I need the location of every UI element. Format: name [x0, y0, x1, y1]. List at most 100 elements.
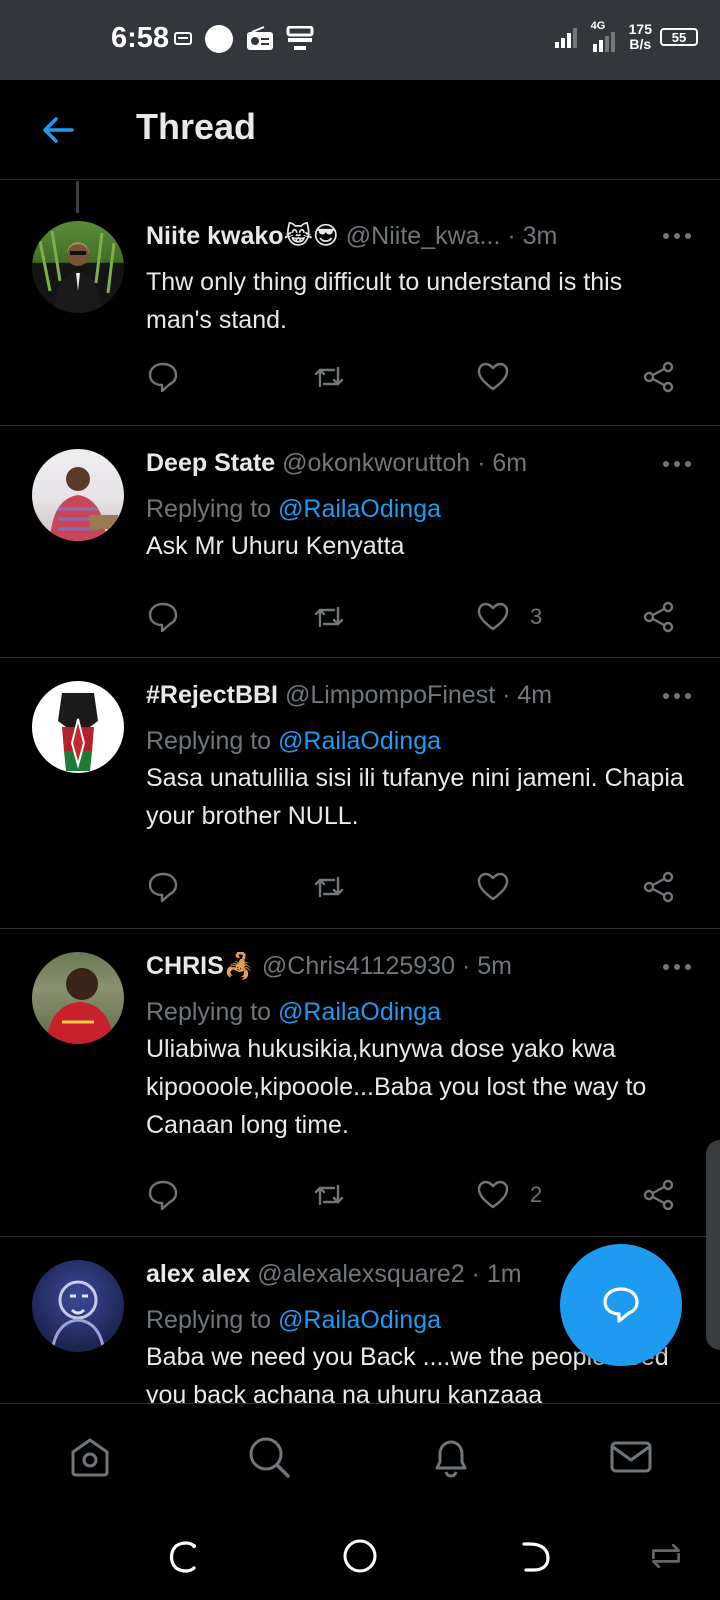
tweet-text: Ask Mr Uhuru Kenyatta	[146, 532, 405, 560]
mention-link[interactable]: @RailaOdinga	[278, 998, 441, 1026]
speech-bubble-icon	[148, 1180, 178, 1211]
share-button[interactable]	[642, 597, 676, 637]
tweet-item[interactable]: Deep State @okonkworuttoh · 6m Replying …	[0, 427, 720, 658]
net-speed-unit: B/s	[629, 36, 652, 52]
page-title: Thread	[136, 106, 257, 147]
more-dots-icon[interactable]	[662, 231, 692, 241]
share-icon	[643, 871, 674, 903]
circle-notification-icon	[205, 25, 233, 53]
retweet-icon	[314, 366, 344, 388]
avatar[interactable]	[32, 952, 124, 1044]
author-handle[interactable]: @Chris41125930	[262, 952, 455, 980]
avatar[interactable]	[32, 681, 124, 773]
tweet-text: Sasa unatulilia sisi ili tufanye nini ja…	[146, 764, 684, 830]
author-handle[interactable]: @alexalexsquare2	[257, 1260, 464, 1288]
bell-icon[interactable]	[428, 1434, 474, 1480]
mention-link[interactable]: @RailaOdinga	[278, 495, 441, 523]
avatar[interactable]	[32, 1260, 124, 1352]
like-button[interactable]	[476, 357, 530, 397]
tweet-actions: 3	[146, 597, 696, 637]
avatar-figure	[58, 693, 98, 771]
replying-to: Replying to @RailaOdinga	[146, 998, 441, 1027]
author-name[interactable]: Niite kwako	[146, 222, 284, 250]
mail-icon[interactable]	[608, 1434, 654, 1480]
share-button[interactable]	[642, 1175, 676, 1215]
author-handle[interactable]: @okonkworuttoh	[282, 449, 470, 477]
message-notification-icon	[174, 32, 192, 45]
tweet-time: · 1m	[471, 1260, 522, 1288]
share-icon	[643, 361, 674, 393]
bottom-navigation	[0, 1403, 720, 1508]
share-button[interactable]	[642, 357, 676, 397]
tweet-text: Thw only thing difficult to understand i…	[146, 268, 623, 334]
home-circle-icon[interactable]	[340, 1536, 380, 1576]
status-right: 4G 175 B/s 55	[553, 20, 698, 52]
author-name[interactable]: #RejectBBI	[146, 681, 278, 709]
author-name[interactable]: alex alex	[146, 1260, 250, 1288]
replying-to-label: Replying to	[146, 727, 272, 755]
retweet-icon	[314, 876, 344, 898]
avatar[interactable]	[32, 221, 124, 313]
reply-button[interactable]	[146, 867, 180, 907]
retweet-button[interactable]	[312, 867, 346, 907]
back-arrow-icon[interactable]	[38, 110, 78, 150]
scrollbar-handle[interactable]	[706, 1140, 720, 1350]
retweet-button[interactable]	[312, 357, 346, 397]
tweet-header: Deep State @okonkworuttoh · 6m	[146, 449, 642, 478]
recents-icon[interactable]	[164, 1536, 204, 1576]
compose-reply-button[interactable]	[560, 1244, 682, 1366]
like-button[interactable]	[476, 867, 530, 907]
share-icon	[643, 601, 674, 633]
reply-button[interactable]	[146, 597, 180, 637]
retweet-icon	[314, 1184, 344, 1206]
mention-link[interactable]: @RailaOdinga	[278, 1306, 441, 1334]
author-handle[interactable]: @Niite_kwa...	[346, 222, 501, 250]
retweet-button[interactable]	[312, 597, 346, 637]
avatar[interactable]	[32, 449, 124, 541]
rotate-icon[interactable]	[648, 1536, 684, 1576]
reply-button[interactable]	[146, 1175, 180, 1215]
tweet-time: · 3m	[507, 222, 558, 250]
replying-to: Replying to @RailaOdinga	[146, 727, 441, 756]
avatar-figure	[50, 467, 118, 541]
like-button[interactable]: 2	[476, 1175, 542, 1215]
more-dots-icon[interactable]	[662, 691, 692, 701]
compose-reply-icon	[603, 1287, 639, 1323]
computer-notification-icon	[286, 26, 314, 50]
share-button[interactable]	[642, 867, 676, 907]
tweet-feed[interactable]: Niite kwako😹😎 @Niite_kwa... · 3m Thw onl…	[0, 181, 720, 1403]
more-dots-icon[interactable]	[662, 459, 692, 469]
tweet-item[interactable]: #RejectBBI @LimpompoFinest · 4m Replying…	[0, 659, 720, 929]
thread-header: Thread	[0, 80, 720, 180]
back-nav-icon[interactable]	[516, 1536, 556, 1576]
retweet-button[interactable]	[312, 1175, 346, 1215]
status-bar: 6:58 4G 175 B/s 55	[0, 0, 720, 80]
battery-icon: 55	[660, 28, 698, 46]
home-icon[interactable]	[67, 1434, 113, 1480]
status-time: 6:58	[111, 22, 170, 54]
speech-bubble-icon	[148, 602, 178, 633]
author-name[interactable]: Deep State	[146, 449, 275, 477]
reply-button[interactable]	[146, 357, 180, 397]
like-button[interactable]: 3	[476, 597, 542, 637]
heart-icon	[477, 872, 509, 901]
more-dots-icon[interactable]	[662, 962, 692, 972]
avatar-figure	[38, 230, 116, 313]
tweet-item[interactable]: CHRIS🦂 @Chris41125930 · 5m Replying to @…	[0, 930, 720, 1237]
net-speed: 175 B/s	[629, 22, 652, 52]
replying-to-label: Replying to	[146, 1306, 272, 1334]
system-navigation-bar	[0, 1508, 720, 1600]
author-handle[interactable]: @LimpompoFinest	[285, 681, 495, 709]
like-count: 3	[530, 604, 543, 629]
mention-link[interactable]: @RailaOdinga	[278, 727, 441, 755]
replying-to-label: Replying to	[146, 495, 272, 523]
tweet-time: · 5m	[461, 952, 512, 980]
heart-icon	[477, 602, 509, 631]
tweet-item[interactable]: Niite kwako😹😎 @Niite_kwa... · 3m Thw onl…	[0, 181, 720, 426]
search-icon[interactable]	[246, 1434, 292, 1480]
net-speed-value: 175	[628, 21, 652, 37]
like-count: 2	[530, 1182, 543, 1207]
signal-4g-icon	[592, 32, 615, 52]
heart-icon	[477, 362, 509, 391]
author-name[interactable]: CHRIS	[146, 952, 224, 980]
